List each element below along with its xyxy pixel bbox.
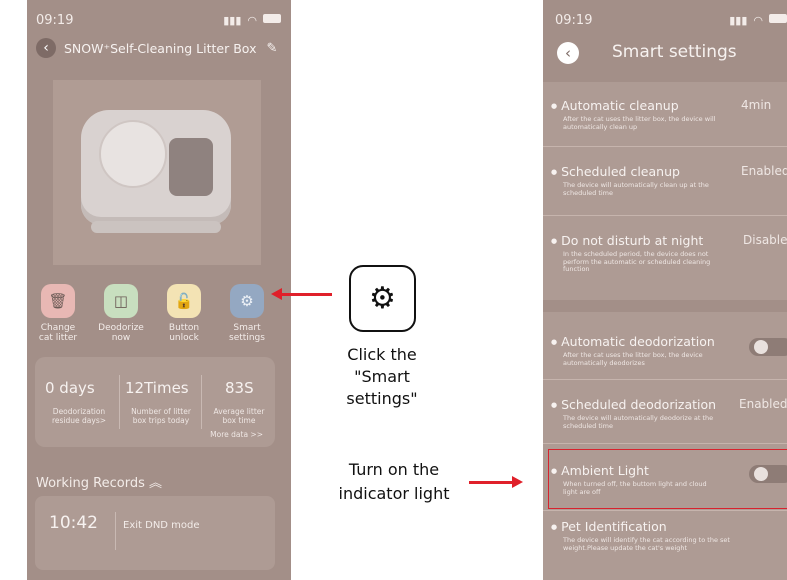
arrow-head xyxy=(512,476,523,488)
toggle-knob xyxy=(754,340,768,354)
arrow-to-smart-settings xyxy=(281,293,332,296)
page-title: Smart settings xyxy=(612,42,737,62)
trip-count-label: Number of litter box trips today xyxy=(131,407,191,425)
automatic-cleanup-value: 4min xyxy=(741,98,772,112)
divider xyxy=(543,215,787,216)
status-time: 09:19 xyxy=(555,13,593,28)
wifi-icon: ◠ xyxy=(753,14,763,27)
device-screen: 09:19 ▮▮▮ ◠ ‹ SNOW⁺Self-Cleaning Litter … xyxy=(27,0,291,580)
trip-count-value: 12Times xyxy=(125,379,189,397)
do-not-disturb-value: Disabled xyxy=(743,233,787,247)
scheduled-cleanup-value: Enabled xyxy=(741,164,787,178)
status-icons: ▮▮▮ ◠ xyxy=(223,14,281,27)
gear-callout-icon: ⚙ xyxy=(349,265,416,332)
header: ‹ SNOW⁺Self-Cleaning Litter Box ✎ xyxy=(36,38,277,58)
signal-icon: ▮▮▮ xyxy=(729,14,748,27)
average-time-label: Average litter box time xyxy=(213,407,265,425)
battery-icon xyxy=(263,14,281,23)
divider xyxy=(543,146,787,147)
scheduled-deodorization-row[interactable]: Scheduled deodorization Enabled The devi… xyxy=(551,397,787,437)
automatic-deodorization-toggle[interactable] xyxy=(749,338,787,356)
record-card: 10:42 Exit DND mode xyxy=(35,496,275,570)
average-time-value: 83S xyxy=(225,379,254,397)
record-text: Exit DND mode xyxy=(123,520,200,531)
back-button[interactable]: ‹ xyxy=(557,42,579,64)
product-image xyxy=(53,80,261,265)
trash-icon: 🗑 xyxy=(48,292,68,310)
ambient-light-toggle[interactable] xyxy=(749,465,787,483)
divider xyxy=(543,510,787,511)
deodorize-icon: ◫ xyxy=(113,292,129,310)
scheduled-cleanup-row[interactable]: Scheduled cleanup Enabled The device wil… xyxy=(551,164,787,210)
change-litter-button[interactable]: 🗑 xyxy=(41,284,75,318)
smart-settings-screen: 09:19 ▮▮▮ ◠ ‹ Smart settings Automatic c… xyxy=(543,0,787,580)
click-caption: Click the "Smart settings" xyxy=(346,345,418,408)
chevron-up-icon: ︽ xyxy=(148,476,162,491)
record-divider xyxy=(115,512,116,550)
stats-card: 0 days 12Times 83S Deodorization residue … xyxy=(35,357,275,447)
stat-divider xyxy=(119,375,120,429)
door-graphic xyxy=(169,138,213,196)
deodorize-now-button[interactable]: ◫ xyxy=(104,284,138,318)
arrow-to-ambient-light xyxy=(469,481,513,484)
smart-settings-button[interactable]: ⚙ xyxy=(230,284,264,318)
back-button[interactable]: ‹ xyxy=(36,38,56,58)
smart-settings-label: Smart settings xyxy=(229,323,265,343)
base-graphic xyxy=(91,221,221,233)
deodorization-days-value: 0 days xyxy=(45,379,95,397)
change-litter-label: Change cat litter xyxy=(38,323,78,343)
battery-icon xyxy=(769,14,787,23)
gear-icon: ⚙ xyxy=(240,292,254,310)
edit-icon[interactable]: ✎ xyxy=(266,41,277,56)
button-unlock-label: Button unlock xyxy=(168,323,200,343)
device-title: SNOW⁺Self-Cleaning Litter Box xyxy=(64,40,257,56)
divider xyxy=(543,443,787,444)
signal-icon: ▮▮▮ xyxy=(223,14,242,27)
status-time: 09:19 xyxy=(36,13,74,28)
litter-box-illustration xyxy=(81,110,231,233)
light-caption: Turn on the indicator light xyxy=(338,460,450,503)
toggle-knob xyxy=(754,467,768,481)
dome-graphic xyxy=(99,120,167,188)
wifi-icon: ◠ xyxy=(247,14,257,27)
deodorize-now-label: Deodorize now xyxy=(98,323,144,343)
working-records-header[interactable]: Working Records ︽ xyxy=(36,472,162,491)
automatic-cleanup-row[interactable]: Automatic cleanup 4min After the cat use… xyxy=(551,98,787,144)
do-not-disturb-row[interactable]: Do not disturb at night Disabled In the … xyxy=(551,233,787,293)
record-time: 10:42 xyxy=(49,513,98,533)
more-data-link[interactable]: More data >> xyxy=(210,430,263,439)
status-icons: ▮▮▮ ◠ xyxy=(729,14,787,27)
button-unlock-button[interactable]: 🔓 xyxy=(167,284,201,318)
scheduled-deodorization-value: Enabled xyxy=(739,397,787,411)
divider xyxy=(543,379,787,380)
pet-identification-row[interactable]: Pet Identification The device will ident… xyxy=(551,519,787,559)
lock-icon: 🔓 xyxy=(174,292,194,310)
deodorization-days-label[interactable]: Deodorization residue days> xyxy=(41,407,117,425)
stat-divider xyxy=(201,375,202,429)
